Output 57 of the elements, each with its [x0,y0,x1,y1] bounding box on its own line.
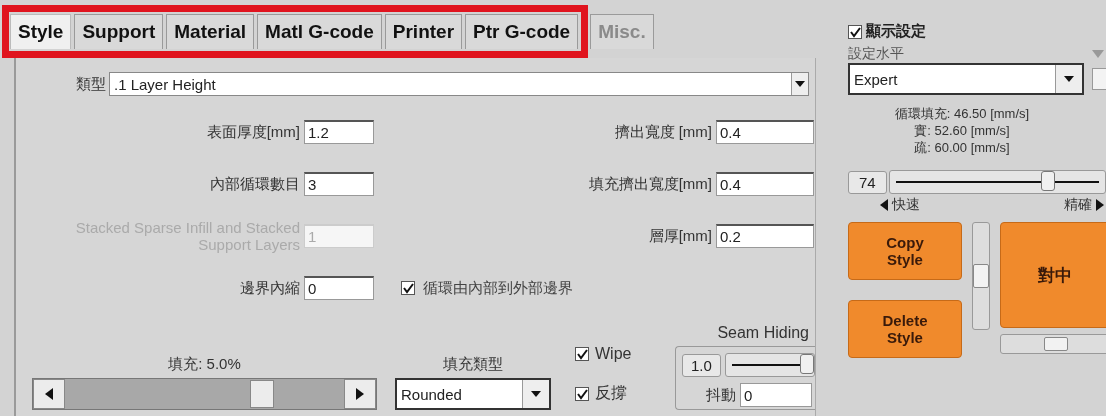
tab[interactable]: Ptr G-code [465,14,579,49]
fill-type-dropdown[interactable]: Rounded [395,378,551,410]
field-label: 表面厚度[mm] [206,122,300,142]
scroll-bar[interactable] [972,222,990,330]
checkbox[interactable] [575,386,589,401]
input-field[interactable]: 1.2 [304,120,374,144]
center-button[interactable]: 對中 [1000,222,1106,328]
style-button[interactable]: Delete Style [848,300,962,358]
value-display: 74 [848,170,887,194]
fast-label: 快速 [892,196,920,214]
input-field[interactable]: 0.4 [716,172,814,196]
style-button[interactable]: Copy Style [848,222,962,280]
tab[interactable]: Printer [384,14,463,49]
checkbox[interactable] [575,347,589,361]
checkbox-label: Wipe [595,345,632,363]
type-dropdown[interactable]: .1 Layer Height [109,72,809,96]
seam-hiding-label: Seam Hiding [717,324,809,342]
input-field[interactable]: 0.4 [716,120,814,144]
tab[interactable]: Style [10,14,72,49]
checkbox[interactable] [1091,68,1106,90]
checkbox-label: 顯示設定 [866,22,926,41]
quality-slider[interactable] [888,170,1106,194]
seam-slider[interactable] [724,353,815,377]
input-field[interactable]: 0.2 [716,224,814,248]
tab[interactable]: Matl G-code [257,14,382,49]
infill-slider[interactable] [32,378,377,410]
scroll-bar[interactable] [1000,334,1106,354]
tab[interactable]: Material [166,14,255,49]
left-arrow-icon [880,199,888,211]
checkbox[interactable] [848,24,862,39]
field-label: 層厚[mm] [648,226,712,246]
input-field[interactable]: 0 [740,383,812,407]
setting-level-label: 設定水平 [848,45,904,63]
infill-label: 填充: 5.0% [168,355,241,374]
checkbox-label: 反撐 [595,383,627,403]
setting-level-dropdown[interactable]: Expert [848,63,1084,95]
checkbox-label: 循環由內部到外部邊界 [423,278,573,298]
tab[interactable]: Support [74,14,164,49]
field-label: 填充擠出寬度[mm] [588,174,712,194]
right-arrow-icon [1096,199,1104,211]
checkbox[interactable] [401,281,415,295]
speed-text: 實: 52.60 [mm/s] [914,122,1010,139]
field-label: 內部循環數目 [210,174,300,194]
slider-thumb[interactable] [249,380,274,408]
field-label: 擠出寬度 [mm] [614,122,712,142]
type-label: 類型 [76,74,106,94]
jitter-label: 抖動 [706,385,736,405]
fill-type-label: 填充類型 [443,355,503,374]
slider-thumb[interactable] [800,354,814,374]
slider-thumb[interactable] [1040,171,1055,191]
value-display: 1.0 [682,353,721,377]
input-field[interactable]: 3 [304,172,374,196]
speed-text: 循環填充: 46.50 [mm/s] [894,105,1030,122]
input-field[interactable]: 0 [304,276,374,300]
speed-text: 疏: 60.00 [mm/s] [914,139,1010,156]
field-label: 邊界內縮 [240,278,300,298]
precise-label: 精確 [1064,196,1092,214]
